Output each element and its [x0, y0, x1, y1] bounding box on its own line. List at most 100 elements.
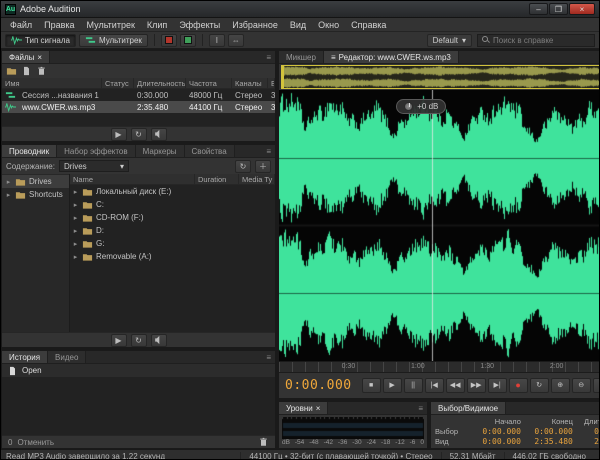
col-rate[interactable]: Частота [186, 78, 232, 88]
drive-list-item[interactable]: ▸ Removable (A:) [70, 250, 275, 263]
expand-arrow-icon[interactable]: ▸ [72, 201, 79, 209]
tab-properties[interactable]: Свойства [184, 145, 235, 157]
menu-item-favorites[interactable]: Избранное [226, 20, 284, 30]
tab-explorer[interactable]: Проводник [2, 145, 58, 157]
panel-menu-icon[interactable]: ≡ [262, 145, 275, 157]
tab-mixer[interactable]: Микшер [279, 51, 324, 63]
zoom-navigator[interactable] [281, 65, 599, 89]
menu-item-view[interactable]: Вид [284, 20, 312, 30]
undo-label[interactable]: Отменить [17, 438, 54, 447]
zoom-in-button[interactable]: ⊕ [550, 378, 570, 393]
expand-arrow-icon[interactable]: ▸ [72, 253, 79, 261]
file-row-session[interactable]: Сессия ...названия 1.sesx 0:30.000 48000… [2, 89, 275, 101]
loop-preview-button[interactable]: ↻ [130, 127, 147, 141]
expand-arrow-icon[interactable]: ▸ [72, 227, 79, 235]
trash-icon[interactable] [36, 66, 47, 76]
menu-item-clip[interactable]: Клип [141, 20, 173, 30]
timecode-display[interactable]: 0:00.000 [285, 378, 352, 393]
drive-list-item[interactable]: ▸ D: [70, 224, 275, 237]
drive-list-item[interactable]: ▸ Локальный диск (E:) [70, 185, 275, 198]
panel-menu-icon[interactable]: ≡ [262, 51, 275, 63]
expand-arrow-icon[interactable]: ▸ [72, 214, 79, 222]
help-search-input[interactable] [493, 35, 590, 45]
minimize-button[interactable]: – [529, 3, 548, 15]
stop-button[interactable]: ■ [361, 378, 381, 393]
preview-play-button[interactable]: ▶ [110, 333, 127, 347]
tab-effects-rack[interactable]: Набор эффектов [57, 145, 136, 157]
record-button[interactable]: ● [508, 378, 528, 393]
new-folder-button[interactable]: ＋ [255, 159, 271, 173]
slip-tool-button[interactable]: ⇔ [227, 33, 244, 47]
tab-video[interactable]: Видео [48, 351, 87, 363]
tab-editor[interactable]: ≡ Редактор: www.CWER.ws.mp3 [323, 51, 459, 63]
col-channels[interactable]: Каналы [232, 78, 268, 88]
maximize-button[interactable]: ❐ [549, 3, 568, 15]
rewind-button[interactable]: ◀◀ [445, 378, 465, 393]
open-file-icon[interactable] [6, 66, 17, 76]
refresh-button[interactable]: ↻ [235, 159, 251, 173]
tab-files[interactable]: Файлы × [2, 51, 51, 63]
col-name[interactable]: Имя [2, 78, 102, 88]
expand-arrow-icon[interactable]: ▸ [72, 188, 79, 196]
gain-knob-icon[interactable] [404, 102, 414, 111]
tab-history[interactable]: История [2, 351, 49, 363]
tree-item-shortcuts[interactable]: ▸ Shortcuts [2, 188, 69, 201]
zoom-out-button[interactable]: ⊖ [571, 378, 591, 393]
expand-arrow-icon[interactable]: ▸ [5, 191, 12, 199]
selection-duration-value[interactable]: 0:00.000 [575, 427, 599, 436]
trash-icon[interactable] [258, 437, 269, 447]
multitrack-view-button[interactable]: Мультитрек [78, 33, 148, 47]
col-duration[interactable]: Duration [195, 174, 239, 184]
panel-menu-icon[interactable]: ≡ [414, 402, 427, 414]
tab-markers[interactable]: Маркеры [135, 145, 185, 157]
menu-item-multitrack[interactable]: Мультитрек [81, 20, 141, 30]
auto-play-button[interactable] [150, 127, 167, 141]
selection-start-value[interactable]: 0:00.000 [471, 427, 523, 436]
panel-menu-icon[interactable]: ≡ [262, 351, 275, 363]
history-item-open[interactable]: Open [2, 364, 275, 377]
tree-item-drives[interactable]: ▸ Drives [2, 175, 69, 188]
drive-list-item[interactable]: ▸ CD-ROM (F:) [70, 211, 275, 224]
view-start-value[interactable]: 0:00.000 [471, 437, 523, 446]
menu-item-edit[interactable]: Правка [38, 20, 80, 30]
expand-arrow-icon[interactable]: ▸ [72, 240, 79, 248]
menu-item-help[interactable]: Справка [345, 20, 392, 30]
menu-item-window[interactable]: Окно [312, 20, 345, 30]
col-media-type[interactable]: Media Ty [239, 174, 275, 184]
menu-item-file[interactable]: Файл [4, 20, 38, 30]
zoom-horizontal-button[interactable]: ⇔ [592, 378, 599, 393]
spectral-frequency-button[interactable] [160, 33, 177, 47]
volume-hud[interactable]: +0 dB [396, 99, 447, 114]
expand-arrow-icon[interactable]: ▸ [5, 178, 12, 186]
waveform-view-button[interactable]: Тип сигнала [5, 33, 76, 47]
pause-button[interactable]: || [403, 378, 423, 393]
close-icon[interactable]: × [37, 53, 42, 62]
tab-selection-view[interactable]: Выбор/Видимое [431, 402, 507, 414]
auto-play-button[interactable] [150, 333, 167, 347]
close-button[interactable]: × [569, 3, 595, 15]
preview-play-button[interactable]: ▶ [110, 127, 127, 141]
file-row-mp3[interactable]: www.CWER.ws.mp3 2:35.480 44100 Гц Стерео… [2, 101, 275, 113]
loop-preview-button[interactable]: ↻ [130, 333, 147, 347]
menu-item-effects[interactable]: Эффекты [173, 20, 226, 30]
waveform-display[interactable]: +0 dB [279, 90, 599, 361]
title-bar[interactable]: Au Adobe Audition – ❐ × [1, 1, 599, 18]
timeline-ruler[interactable]: 0:30 1:00 1:30 2:00 2:30 [279, 361, 599, 372]
selection-end-value[interactable]: 0:00.000 [523, 427, 575, 436]
content-dropdown[interactable]: Drives ▾ [58, 160, 129, 172]
col-name[interactable]: Name [70, 174, 195, 184]
drive-list-item[interactable]: ▸ G: [70, 237, 275, 250]
fast-forward-button[interactable]: ▶▶ [466, 378, 486, 393]
col-status[interactable]: Статус [102, 78, 134, 88]
tab-levels[interactable]: Уровни × [279, 402, 329, 414]
close-icon[interactable]: × [316, 404, 321, 413]
workspace-dropdown[interactable]: Default ▾ [426, 33, 472, 47]
play-button[interactable]: ▶ [382, 378, 402, 393]
loop-playback-button[interactable]: ↻ [529, 378, 549, 393]
drive-list-item[interactable]: ▸ C: [70, 198, 275, 211]
time-selection-tool-button[interactable]: I [208, 33, 225, 47]
spectral-pitch-button[interactable] [179, 33, 196, 47]
help-search-box[interactable] [477, 33, 595, 47]
view-end-value[interactable]: 2:35.480 [523, 437, 575, 446]
view-duration-value[interactable]: 2:35.480 [575, 437, 599, 446]
